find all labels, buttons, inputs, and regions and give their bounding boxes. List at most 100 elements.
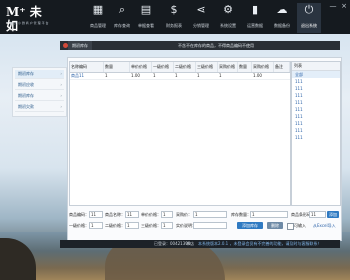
list-item[interactable]: 111 [292, 78, 340, 85]
sidebar-item-label: 期初欠款 [18, 104, 34, 109]
box-icon: ▦ [92, 3, 104, 16]
toolbar-item-finance[interactable]: $ 财务报表 [162, 3, 186, 33]
code-field[interactable]: 11 [89, 211, 103, 218]
table-row[interactable]: 商品11 1 1.00 1 1 1 1 1.00 [70, 72, 290, 80]
level2-label: 二级价格： [105, 223, 125, 228]
toolbar-item-documents[interactable]: ▤ 单据查看 [134, 3, 158, 33]
list-item[interactable]: 111 [292, 120, 340, 127]
purchase-price-label: 采购价： [176, 212, 192, 217]
list-item[interactable]: 全部 [292, 71, 340, 78]
level3-field[interactable]: 1 [161, 222, 173, 229]
logo-mark: M⁺ 未 如 [6, 5, 42, 33]
list-item[interactable]: 111 [292, 127, 340, 134]
signal-bars-icon: ▮ [251, 3, 259, 16]
toolbar-label: 运营数据 [247, 23, 263, 28]
sidebar-item-opening-receivable[interactable]: 期初应收 › [15, 81, 64, 90]
column-header[interactable]: 二级价格 [174, 62, 196, 72]
magnifier-icon: ⌕ [118, 3, 126, 16]
column-header[interactable]: 备注 [274, 62, 290, 72]
edit-form: 商品编码： 11 商品名称： 11 单价价格： 1 采购价： 1 库存数量： 1… [69, 208, 340, 238]
status-message: 本系统版本2.0.1 ，未登录会员有不完善的功能，请及时与客服联系！ [198, 241, 322, 246]
table-cell [238, 72, 252, 79]
list-item[interactable]: 111 [292, 99, 340, 106]
stock-grid: 名称编码 数量 单价价格 一级价格 二级价格 三级价格 采购价格 数量 采购价格… [69, 61, 291, 206]
column-header[interactable]: 名称编码 [70, 62, 104, 72]
unit-price-field[interactable]: 1 [161, 211, 173, 218]
sidebar-item-opening-debt[interactable]: 期初欠款 › [15, 103, 64, 112]
code-label: 商品编码： [69, 212, 89, 217]
column-header[interactable]: 数量 [238, 62, 252, 72]
toolbar-item-backup[interactable]: ☁ 数据备份 [270, 3, 294, 33]
list-item[interactable]: 111 [292, 92, 340, 99]
left-sidebar: 期初库存 › 期初应收 › 期初库存 › 期初欠款 › [12, 67, 67, 117]
list-item[interactable]: 111 [292, 106, 340, 113]
chevron-right-icon: › [60, 104, 62, 109]
toolbar-label: 单据查看 [138, 23, 154, 28]
status-shop: 本店 [186, 241, 194, 246]
toolbar-label: 分销管理 [193, 23, 209, 28]
sidebar-item-opening-stock-2[interactable]: 期初库存 › [15, 92, 64, 101]
import-excel-link[interactable]: 从Excel导入 [313, 222, 336, 229]
level1-label: 一级价格： [69, 223, 89, 228]
checkbox-label: 可输入 [294, 223, 306, 228]
allow-input-checkbox[interactable] [287, 223, 294, 230]
level1-field[interactable]: 1 [89, 222, 103, 229]
list-item[interactable]: 111 [292, 113, 340, 120]
column-header[interactable]: 三级价格 [196, 62, 218, 72]
toolbar-label: 数据备份 [274, 23, 290, 28]
sidebar-item-label: 期初库存 [18, 71, 34, 76]
toolbar-item-distribution[interactable]: ⋖ 分销管理 [189, 3, 213, 33]
table-cell: 1 [197, 73, 200, 78]
qty-field[interactable]: 1 [250, 211, 288, 218]
toolbar-item-exit[interactable]: ⏻ 退出系统 [297, 3, 321, 33]
name-field[interactable]: 11 [125, 211, 139, 218]
column-header[interactable]: 数量 [104, 62, 130, 72]
chevron-right-icon: › [60, 93, 62, 98]
add-button[interactable]: 添加 [327, 211, 339, 218]
column-header[interactable]: 采购价格 [218, 62, 238, 72]
column-header[interactable]: 采购价格 [252, 62, 274, 72]
level3-label: 三级价格： [141, 223, 161, 228]
main-panel: 名称编码 数量 单价价格 一级价格 二级价格 三级价格 采购价格 数量 采购价格… [67, 57, 342, 241]
status-login: 已登录：00421399 [154, 241, 191, 246]
page-header-bar: 期初库存 不含不在库存的商品，不得商品编码不使用 [60, 41, 340, 50]
tab-opening-stock[interactable]: 期初库存 [68, 41, 92, 50]
sidebar-item-opening-stock[interactable]: 期初库存 › [15, 70, 64, 79]
remark-field[interactable] [193, 222, 227, 229]
status-bar: 已登录：00421399 本店 本系统版本2.0.1 ，未登录会员有不完善的功能… [60, 240, 340, 248]
toolbar-item-settings[interactable]: ⚙ 系统设置 [216, 3, 240, 33]
table-cell: 1.00 [131, 73, 140, 78]
gear-icon: ⚙ [223, 3, 233, 16]
toolbar-label: 商品管理 [90, 23, 106, 28]
sidebar-item-label: 期初应收 [18, 82, 34, 87]
level2-field[interactable]: 1 [125, 222, 139, 229]
delete-button[interactable]: 删除 [267, 222, 283, 229]
sidebar-item-label: 期初库存 [18, 93, 34, 98]
table-cell: 1 [219, 73, 222, 78]
add-stock-button[interactable]: 添加库存 [237, 222, 263, 229]
column-header[interactable]: 单价价格 [130, 62, 152, 72]
table-cell: 1 [105, 73, 108, 78]
table-cell: 1 [175, 73, 178, 78]
list-item[interactable]: 111 [292, 85, 340, 92]
right-list-panel: 列表 全部 111 111 111 111 111 111 111 111 11… [291, 61, 341, 206]
top-toolbar: M⁺ 未 如 一 站 式 小 微 商 户 管 理 平 台 ▦ 商品管理 ⌕ 库存… [0, 0, 350, 34]
cloud-icon: ☁ [276, 3, 288, 16]
page-hint-text: 不含不在库存的商品，不得商品编码不使用 [178, 43, 254, 48]
unit-price-label: 单价价格： [141, 212, 161, 217]
column-header[interactable]: 一级价格 [152, 62, 174, 72]
table-cell: 1 [153, 73, 156, 78]
toolbar-item-goods[interactable]: ▦ 商品管理 [86, 3, 110, 33]
table-cell: 1.00 [253, 73, 262, 78]
list-item[interactable]: 111 [292, 134, 340, 141]
minimize-button[interactable]: — [328, 2, 338, 10]
close-window-button[interactable]: × [339, 2, 349, 10]
chevron-right-icon: › [60, 71, 62, 76]
barcode-field[interactable]: 11 [309, 211, 326, 218]
name-label: 商品名称： [105, 212, 125, 217]
toolbar-item-stock-query[interactable]: ⌕ 库存查询 [110, 3, 134, 33]
table-cell: 商品11 [71, 73, 85, 78]
purchase-price-field[interactable]: 1 [193, 211, 227, 218]
document-icon: ▤ [140, 3, 152, 16]
toolbar-item-operations[interactable]: ▮ 运营数据 [243, 3, 267, 33]
